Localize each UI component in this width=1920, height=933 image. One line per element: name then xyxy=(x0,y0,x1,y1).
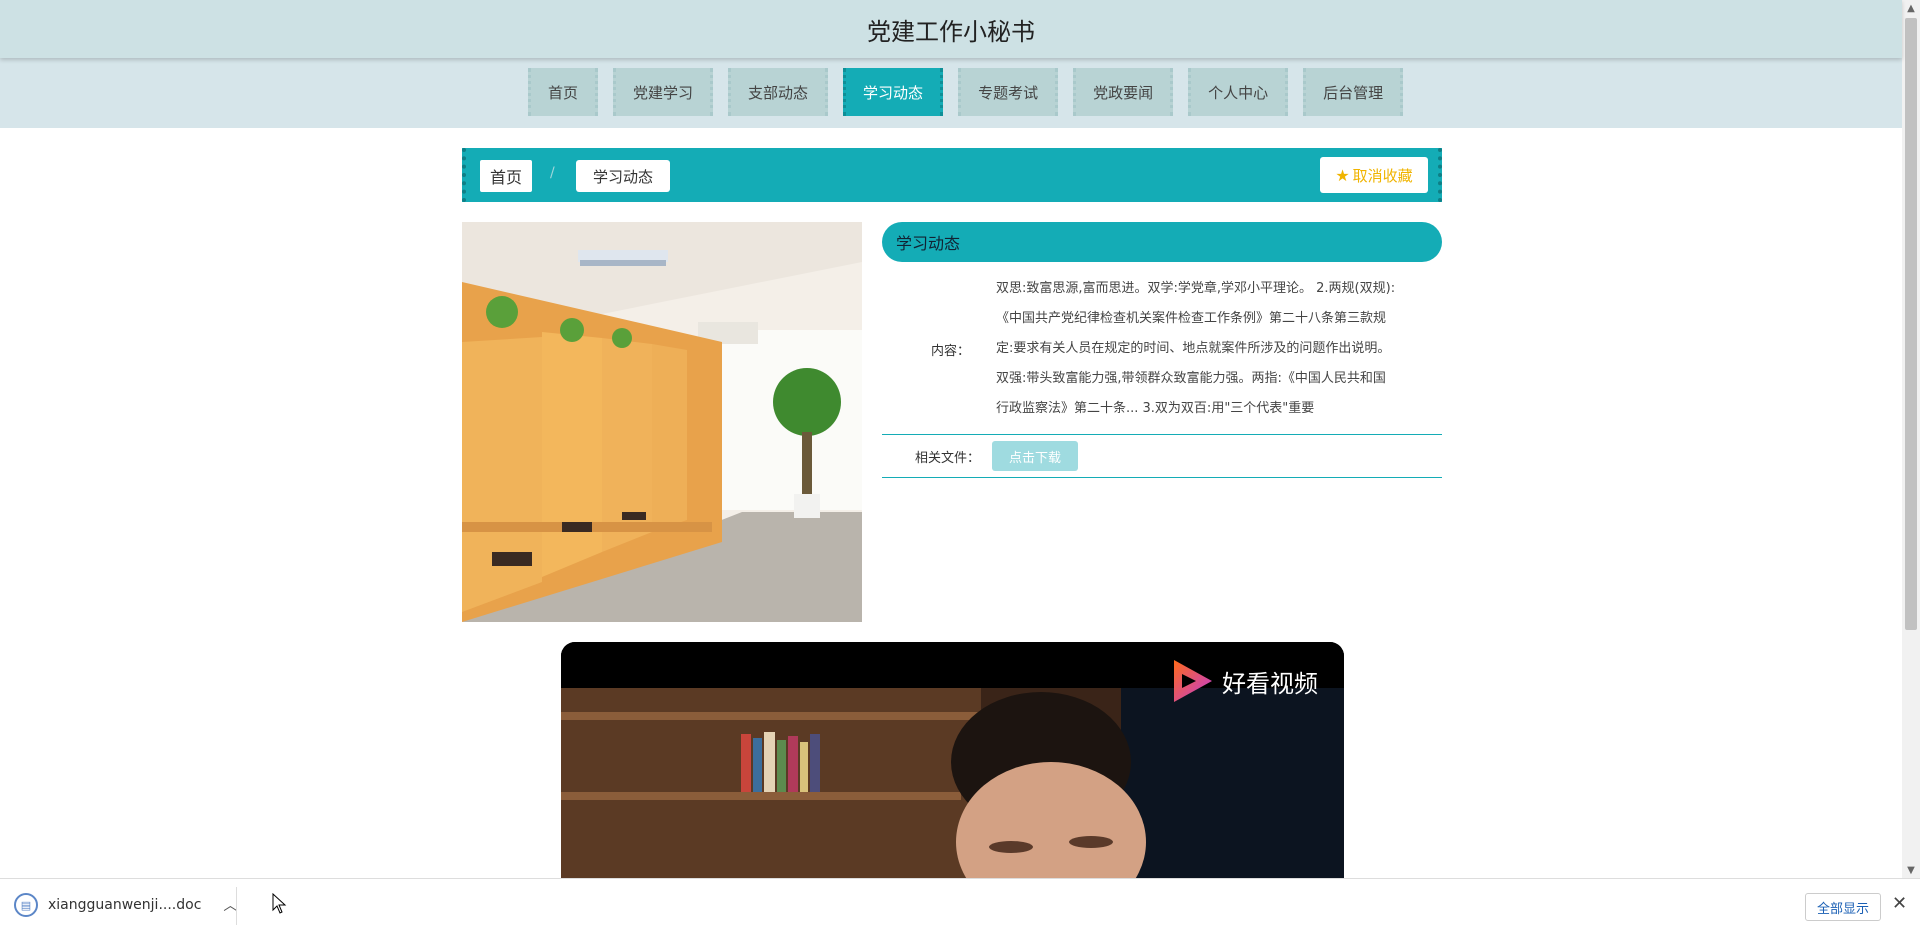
unfavorite-button[interactable]: ★ 取消收藏 xyxy=(1320,157,1428,193)
breadcrumb-separator: / xyxy=(550,165,555,181)
close-icon[interactable]: ✕ xyxy=(1892,893,1907,914)
scroll-up-arrow-icon[interactable]: ▲ xyxy=(1902,0,1920,16)
nav-item-study-news[interactable]: 学习动态 xyxy=(843,68,944,116)
download-bar-divider xyxy=(236,887,237,925)
content-label: 内容： xyxy=(930,343,970,359)
content-row: 内容： 双思:致富思源,富而思进。双学:学党章,学邓小平理论。 2.两规(双规)… xyxy=(882,262,1442,435)
detail-panel: 学习动态 内容： 双思:致富思源,富而思进。双学:学党章,学邓小平理论。 2.两… xyxy=(882,222,1442,478)
video-brand-text: 好看视频 xyxy=(1222,669,1318,698)
scroll-thumb[interactable] xyxy=(1905,18,1917,630)
breadcrumb: 首页 / 学习动态 ★ 取消收藏 xyxy=(462,148,1442,202)
video-brand-logo: 好看视频 xyxy=(1170,658,1318,704)
breadcrumb-current[interactable]: 学习动态 xyxy=(576,160,670,192)
scroll-down-arrow-icon[interactable]: ▼ xyxy=(1902,862,1920,878)
file-row: 相关文件： 点击下载 xyxy=(882,435,1442,478)
detail-section-title: 学习动态 xyxy=(882,222,1442,262)
page-scrollbar[interactable]: ▲ ▼ xyxy=(1902,0,1920,878)
breadcrumb-home[interactable]: 首页 xyxy=(480,160,532,192)
nav-item-branch-news[interactable]: 支部动态 xyxy=(728,68,829,116)
mouse-cursor-icon xyxy=(272,893,287,914)
content-text: 双思:致富思源,富而思进。双学:学党章,学邓小平理论。 2.两规(双规):《中国… xyxy=(996,281,1396,416)
video-player[interactable]: 好看视频 xyxy=(561,642,1344,878)
download-button[interactable]: 点击下载 xyxy=(992,441,1078,471)
nav-item-exam[interactable]: 专题考试 xyxy=(958,68,1059,116)
nav-item-admin[interactable]: 后台管理 xyxy=(1303,68,1404,116)
nav-item-personal-center[interactable]: 个人中心 xyxy=(1188,68,1289,116)
doc-file-icon: ▤ xyxy=(14,893,38,917)
download-file-name: xiangguanwenji....doc xyxy=(48,897,202,913)
browser-download-bar: ▤ xiangguanwenji....doc ︿ 全部显示 ✕ xyxy=(0,878,1920,933)
download-item[interactable]: ▤ xiangguanwenji....doc ︿ xyxy=(14,893,237,917)
study-room-image xyxy=(462,222,862,622)
file-label: 相关文件： xyxy=(914,450,980,466)
unfavorite-label: 取消收藏 xyxy=(1352,166,1413,185)
nav-item-home[interactable]: 首页 xyxy=(528,68,599,116)
site-header: 党建工作小秘书 xyxy=(0,0,1902,58)
star-icon: ★ xyxy=(1335,165,1350,185)
nav-item-party-study[interactable]: 党建学习 xyxy=(613,68,714,116)
site-title: 党建工作小秘书 xyxy=(867,17,1035,46)
main-nav: 首页 党建学习 支部动态 学习动态 专题考试 党政要闻 个人中心 后台管理 xyxy=(0,58,1902,128)
nav-item-politics-news[interactable]: 党政要闻 xyxy=(1073,68,1174,116)
play-logo-icon xyxy=(1174,660,1212,702)
show-all-downloads-button[interactable]: 全部显示 xyxy=(1805,893,1881,921)
nav-items: 首页 党建学习 支部动态 学习动态 专题考试 党政要闻 个人中心 后台管理 xyxy=(528,68,1418,116)
